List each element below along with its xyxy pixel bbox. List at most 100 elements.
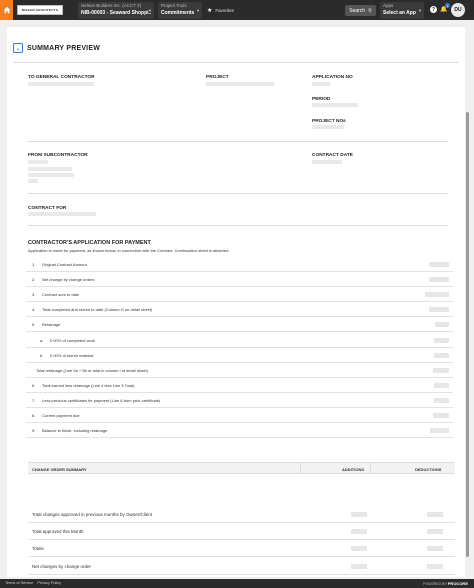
apps-selector[interactable]: Apps Select an App ▼ bbox=[380, 2, 424, 19]
privacy-policy-link[interactable]: Privacy Policy bbox=[37, 581, 61, 585]
column-header-deductions: DEDUCTIONS bbox=[415, 467, 442, 472]
row-amount bbox=[433, 368, 449, 373]
divider bbox=[28, 225, 448, 226]
row-label: Contract sum to date bbox=[42, 292, 80, 297]
table-row: 6. Total earned less retainage (Line 4 le… bbox=[26, 378, 453, 393]
footer-links: Terms of Service Privacy Policy bbox=[5, 581, 64, 585]
application-no-label: APPLICATION NO bbox=[312, 75, 353, 80]
column-header-summary: CHANGE ORDER SUMMARY bbox=[32, 467, 87, 472]
table-row: a. 0.00% of completed work bbox=[26, 333, 453, 348]
additions-amount bbox=[351, 546, 367, 551]
project-tools-selector[interactable]: Project Tools Commitments ▼ bbox=[158, 1, 202, 19]
chevron-down-icon: ▼ bbox=[418, 8, 422, 13]
deductions-amount bbox=[427, 546, 443, 551]
row-label: Total earned less retainage (Line 4 less… bbox=[42, 383, 135, 388]
summary-page: ⌄ SUMMARY PREVIEW TO GENERAL CONTRACTOR … bbox=[7, 27, 465, 577]
row-label: Original Contract Amount bbox=[42, 262, 87, 267]
contract-for-label: CONTRACT FOR bbox=[28, 206, 67, 211]
project-name: NIB-00003 - Seaward Shoppi... bbox=[81, 9, 151, 16]
deductions-amount bbox=[427, 564, 443, 569]
project-value bbox=[206, 82, 274, 86]
table-row: Totals bbox=[28, 540, 455, 557]
company-logo[interactable]: NISSAN ARCHITECTS bbox=[17, 5, 63, 15]
row-amount bbox=[434, 398, 449, 403]
favorites-label: Favorites bbox=[215, 7, 234, 13]
footer: Terms of Service Privacy Policy POWERED … bbox=[0, 579, 474, 588]
home-icon bbox=[3, 6, 10, 14]
favorites-button[interactable]: ★ Favorites bbox=[207, 7, 234, 14]
avatar[interactable]: DU bbox=[451, 3, 465, 17]
row-label: Net change by change orders bbox=[42, 277, 95, 282]
apps-value: Select an App bbox=[383, 10, 416, 16]
divider bbox=[28, 141, 448, 142]
table-row: 4. Total completed and stored to date (Co… bbox=[26, 302, 453, 317]
row-amount bbox=[429, 262, 449, 267]
from-subcontractor-address bbox=[28, 167, 72, 171]
table-row: 9. Balance to finish, including retainage bbox=[26, 423, 453, 438]
application-no-value bbox=[312, 82, 330, 86]
row-amount bbox=[430, 428, 449, 433]
row-number: 1. bbox=[32, 262, 36, 267]
powered-by: POWERED BY PROCORE bbox=[423, 581, 468, 586]
row-label: Total changes approved in previous month… bbox=[32, 512, 153, 517]
table-row: Total approved this Month bbox=[28, 523, 455, 540]
summary-header: ⌄ SUMMARY PREVIEW bbox=[13, 43, 100, 53]
row-label: Less previous certificates for payment (… bbox=[42, 398, 161, 403]
help-icon[interactable]: ? bbox=[430, 6, 437, 13]
table-row: Total retainage (Line 5a + 5b or total i… bbox=[26, 363, 453, 378]
row-label: 0.00% of stored material bbox=[50, 353, 94, 358]
row-number: 2. bbox=[32, 277, 36, 282]
row-number: 7. bbox=[32, 398, 36, 403]
search-icon: ⚲ bbox=[368, 7, 372, 14]
additions-amount bbox=[351, 529, 367, 534]
terms-of-service-link[interactable]: Terms of Service bbox=[5, 581, 33, 585]
collapse-button[interactable]: ⌄ bbox=[13, 43, 23, 53]
project-nos-value bbox=[312, 125, 344, 129]
project-label: PROJECT bbox=[206, 75, 229, 80]
change-order-table-header: CHANGE ORDER SUMMARY ADDITIONS DEDUCTION… bbox=[28, 462, 455, 474]
contract-date-label: CONTRACT DATE bbox=[312, 153, 353, 158]
row-label: Current payment due bbox=[42, 413, 80, 418]
row-amount bbox=[434, 383, 449, 388]
row-amount bbox=[429, 277, 449, 282]
table-row: Net changes by change order bbox=[28, 558, 455, 575]
row-amount bbox=[433, 413, 449, 418]
row-number: 3. bbox=[32, 292, 36, 297]
search-label: Search bbox=[349, 7, 366, 14]
procore-brand: PROCORE bbox=[447, 581, 468, 586]
row-number: 9. bbox=[32, 428, 36, 433]
summary-title: SUMMARY PREVIEW bbox=[27, 44, 101, 52]
contract-for-value bbox=[28, 212, 96, 216]
additions-amount bbox=[351, 512, 367, 517]
row-label: Retainage bbox=[42, 322, 61, 327]
row-amount bbox=[425, 292, 449, 297]
to-general-contractor-label: TO GENERAL CONTRACTOR bbox=[28, 75, 95, 80]
chevron-down-icon: ▼ bbox=[196, 7, 200, 13]
row-number: 6. bbox=[32, 383, 36, 388]
table-row: 3. Contract sum to date bbox=[26, 287, 453, 302]
divider bbox=[28, 193, 448, 194]
vertical-scrollbar[interactable] bbox=[466, 112, 469, 557]
from-subcontractor-city bbox=[28, 173, 74, 177]
divider bbox=[13, 62, 459, 63]
row-amount bbox=[429, 307, 449, 312]
search-button[interactable]: Search ⚲ bbox=[345, 5, 376, 16]
column-header-additions: ADDITIONS bbox=[342, 467, 364, 472]
row-label: Totals bbox=[32, 546, 44, 551]
table-row: Total changes approved in previous month… bbox=[28, 506, 455, 523]
row-number: 4. bbox=[32, 307, 36, 312]
project-nos-label: PROJECT NOs bbox=[312, 119, 346, 124]
home-button[interactable] bbox=[0, 0, 13, 20]
project-selector[interactable]: Nelson Builders Inc. (ACCT 2) NIB-00003 … bbox=[78, 1, 154, 19]
change-order-table: CHANGE ORDER SUMMARY ADDITIONS DEDUCTION… bbox=[28, 462, 455, 575]
row-label: Total completed and stored to date (Colu… bbox=[42, 307, 153, 312]
table-row: 5. Retainage bbox=[26, 317, 453, 332]
row-amount bbox=[434, 353, 449, 358]
row-amount bbox=[435, 322, 449, 327]
row-label: Balance to finish, including retainage bbox=[42, 428, 108, 433]
company-logo-text: NISSAN ARCHITECTS bbox=[21, 8, 59, 12]
additions-amount bbox=[351, 564, 367, 569]
from-subcontractor-value bbox=[28, 160, 48, 164]
to-general-contractor-value bbox=[28, 82, 94, 86]
notification-badge: 1 bbox=[445, 3, 450, 8]
